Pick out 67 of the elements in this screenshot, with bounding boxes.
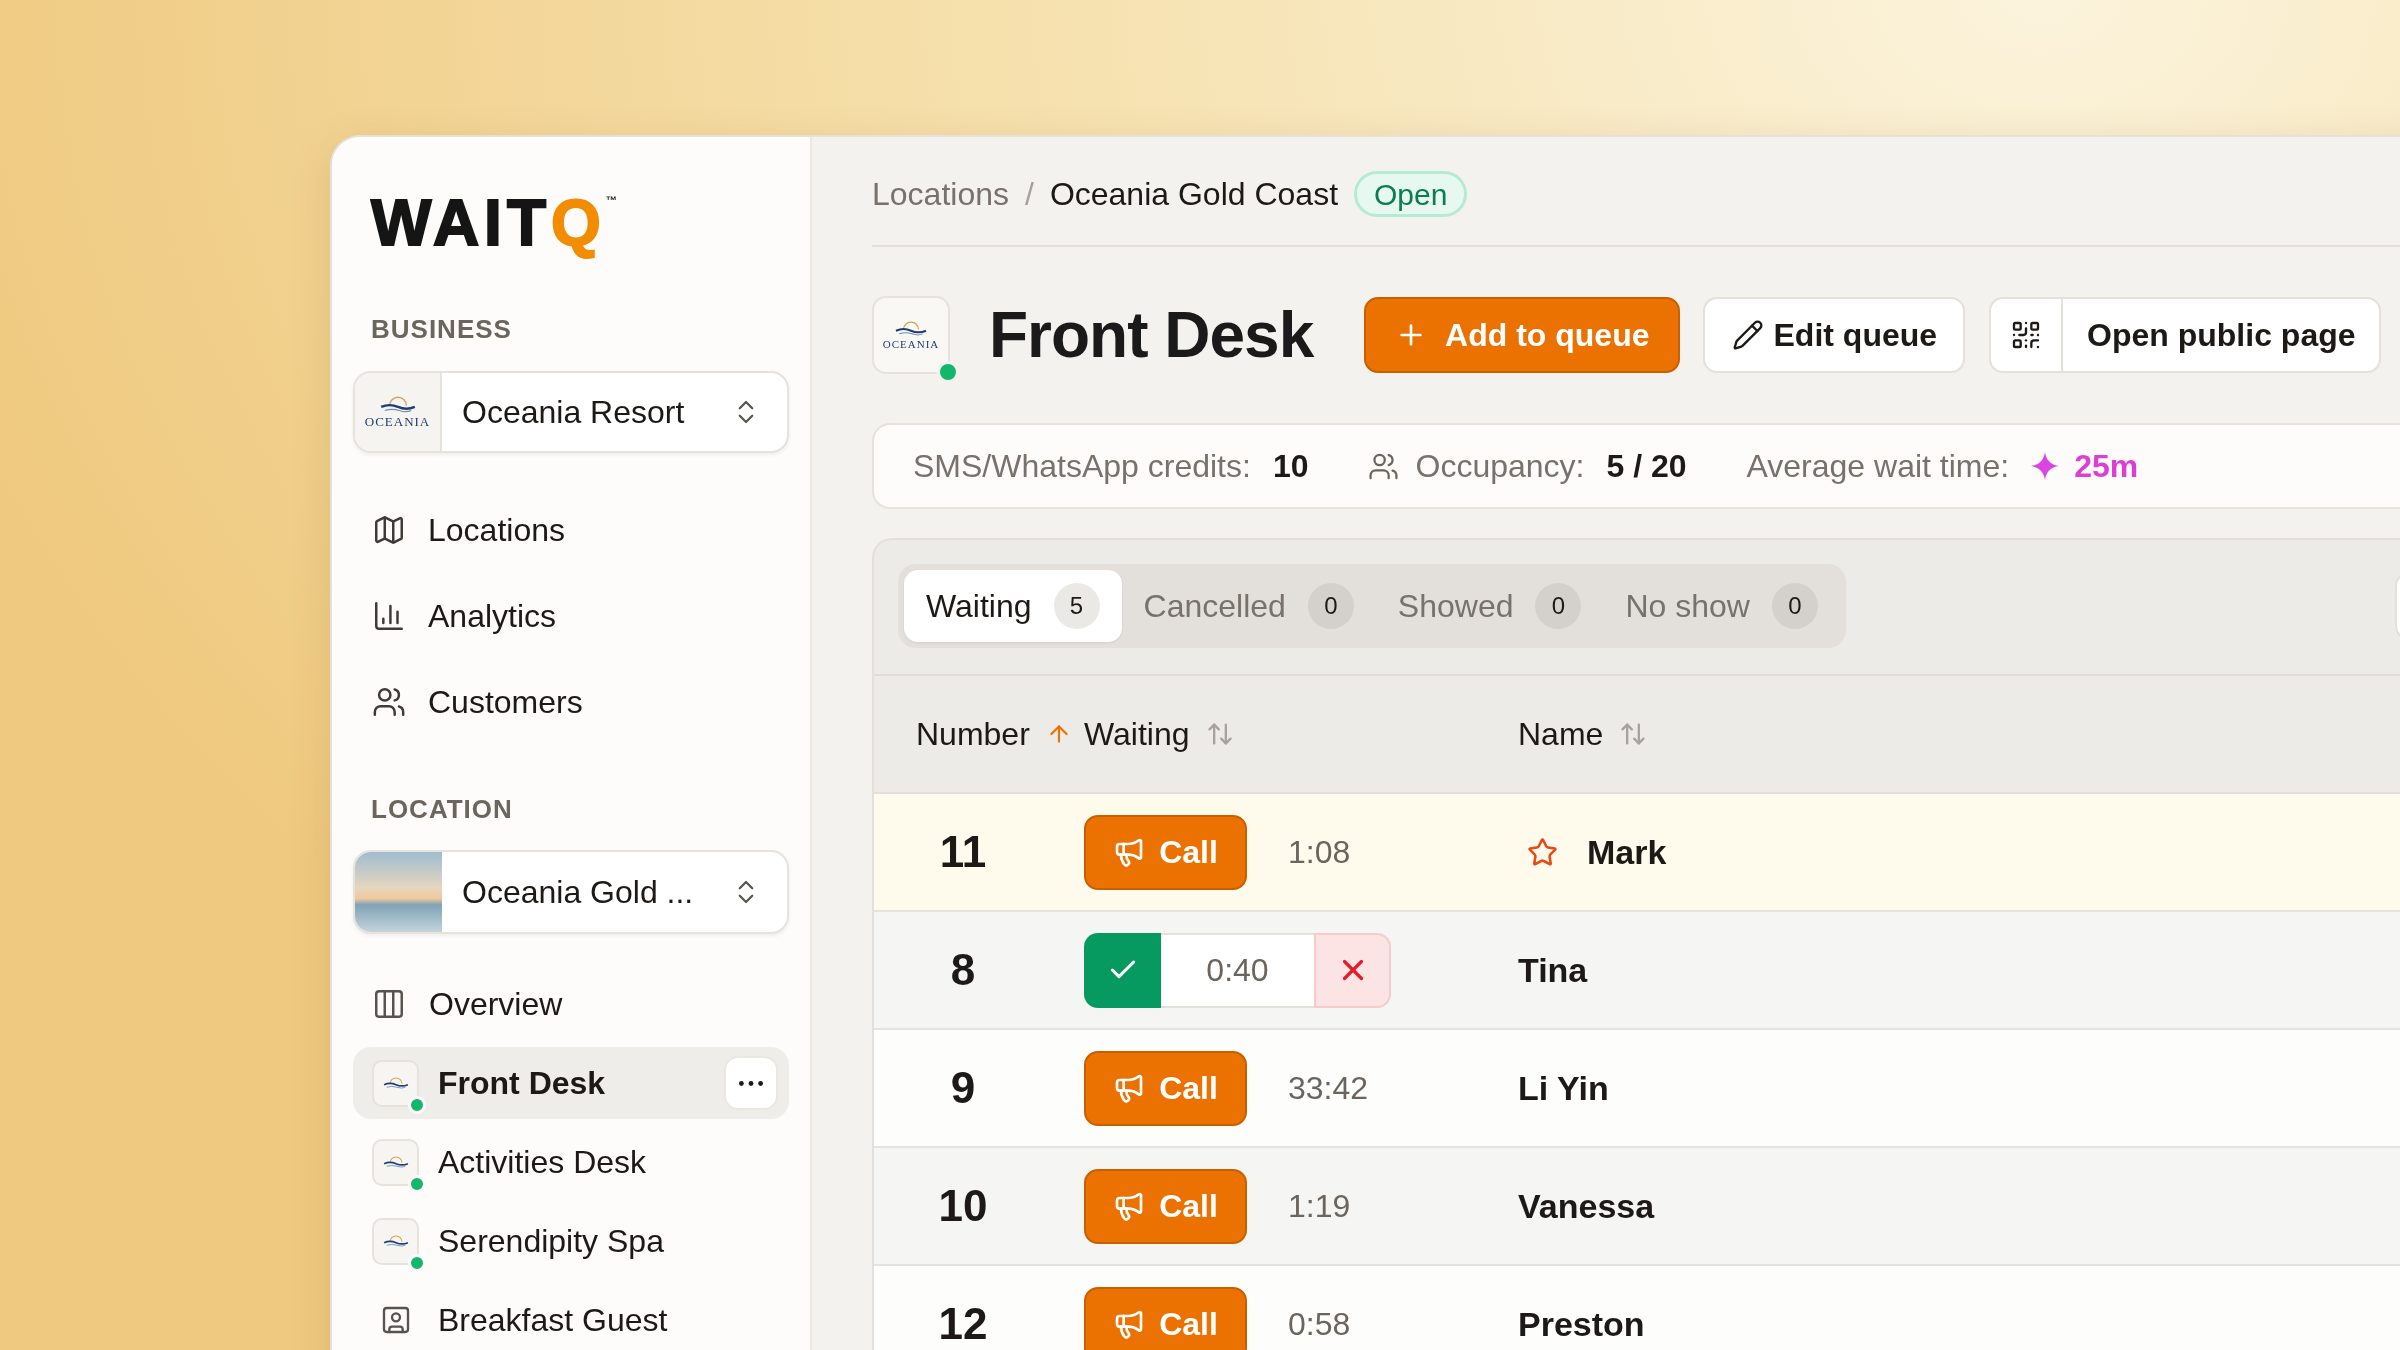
tab[interactable]: Showed 0: [1375, 570, 1604, 642]
nav-item[interactable]: Front Desk: [353, 1047, 789, 1119]
resort-logo-icon: [372, 1217, 419, 1265]
customer-name: Preston: [1518, 1303, 1645, 1345]
tab[interactable]: Cancelled 0: [1121, 570, 1376, 642]
ticket-number: 11: [938, 826, 988, 878]
customer-name: Mark: [1587, 831, 1667, 873]
column-header[interactable]: Number: [916, 710, 1072, 758]
tab[interactable]: Waiting 5: [904, 570, 1122, 642]
status-badge: Open: [1354, 171, 1468, 217]
customer-name: Vanessa: [1518, 1185, 1655, 1227]
stat-value: 25m: [2074, 447, 2139, 486]
section-label: BUSINESS: [371, 313, 513, 345]
wait-time: 1:08: [1288, 833, 1351, 872]
nav-item[interactable]: Activities Desk: [353, 1126, 789, 1198]
sparkle-icon: [2031, 452, 2060, 480]
stat-value: 10: [1272, 447, 1309, 486]
resort-logo-icon: [372, 1138, 419, 1186]
ticket-number: 12: [937, 1298, 989, 1350]
business-selector[interactable]: OCEANIA Oceania Resort: [353, 371, 789, 453]
columns-icon: [372, 987, 406, 1021]
tab[interactable]: No show 0: [1603, 570, 1840, 642]
stat-value: 5 / 20: [1606, 447, 1687, 486]
customer-name: Tina: [1518, 949, 1588, 991]
breadcrumb-current: Oceania Gold Coast: [1049, 175, 1339, 214]
column-header[interactable]: Name: [1518, 710, 1648, 758]
nav-item[interactable]: Locations: [353, 495, 789, 565]
wait-time: 33:42: [1288, 1069, 1369, 1108]
confirm-button[interactable]: [1084, 932, 1161, 1008]
users-icon: [372, 685, 406, 719]
wait-time: 1:19: [1288, 1187, 1351, 1226]
stat-label: Average wait time:: [1746, 447, 2010, 486]
wait-time: 0:58: [1288, 1305, 1351, 1344]
more-button[interactable]: [724, 1056, 778, 1110]
logo-text: OCEANIA: [364, 414, 431, 429]
count-badge: 0: [1307, 583, 1354, 629]
ticket-number: 9: [949, 1062, 977, 1114]
count-badge: 5: [1053, 583, 1100, 629]
edit-button[interactable]: Edit queue: [1703, 297, 1966, 373]
location-selector[interactable]: Oceania Gold ...: [353, 850, 789, 934]
page-title: Front Desk: [989, 298, 1314, 373]
count-badge: 0: [1771, 583, 1818, 629]
ticket-number: 10: [937, 1180, 989, 1232]
resort-logo-icon: [372, 1059, 419, 1107]
bar-chart-icon: [372, 599, 406, 633]
pencil-icon: [1731, 319, 1764, 351]
section-label: LOCATION: [371, 793, 514, 825]
column-header[interactable]: Waiting: [1084, 710, 1234, 758]
ellipsis-icon: [739, 1080, 763, 1086]
brand-logo: WAITQ™: [371, 191, 617, 261]
stat-label: SMS/WhatsApp credits:: [913, 447, 1251, 486]
logo-text: OCEANIA: [882, 337, 940, 350]
customer-name: Li Yin: [1518, 1067, 1609, 1109]
star-icon: [1527, 836, 1558, 868]
map-icon: [372, 513, 406, 547]
call-timer: 0:40: [1161, 932, 1314, 1008]
nav-item[interactable]: Analytics: [353, 581, 789, 651]
stat-label: Occupancy:: [1415, 447, 1585, 486]
breadcrumb-separator: /: [1025, 175, 1034, 214]
dismiss-button[interactable]: [1314, 932, 1391, 1008]
breadcrumb-link[interactable]: Locations: [872, 170, 1009, 218]
nav-item[interactable]: Serendipity Spa: [353, 1205, 789, 1277]
nav-item[interactable]: Customers: [353, 667, 789, 737]
nav-item[interactable]: Breakfast Guest: [353, 1284, 789, 1350]
ticket-number: 8: [949, 944, 977, 996]
count-badge: 0: [1535, 583, 1582, 629]
nav-item[interactable]: Overview: [353, 968, 789, 1040]
